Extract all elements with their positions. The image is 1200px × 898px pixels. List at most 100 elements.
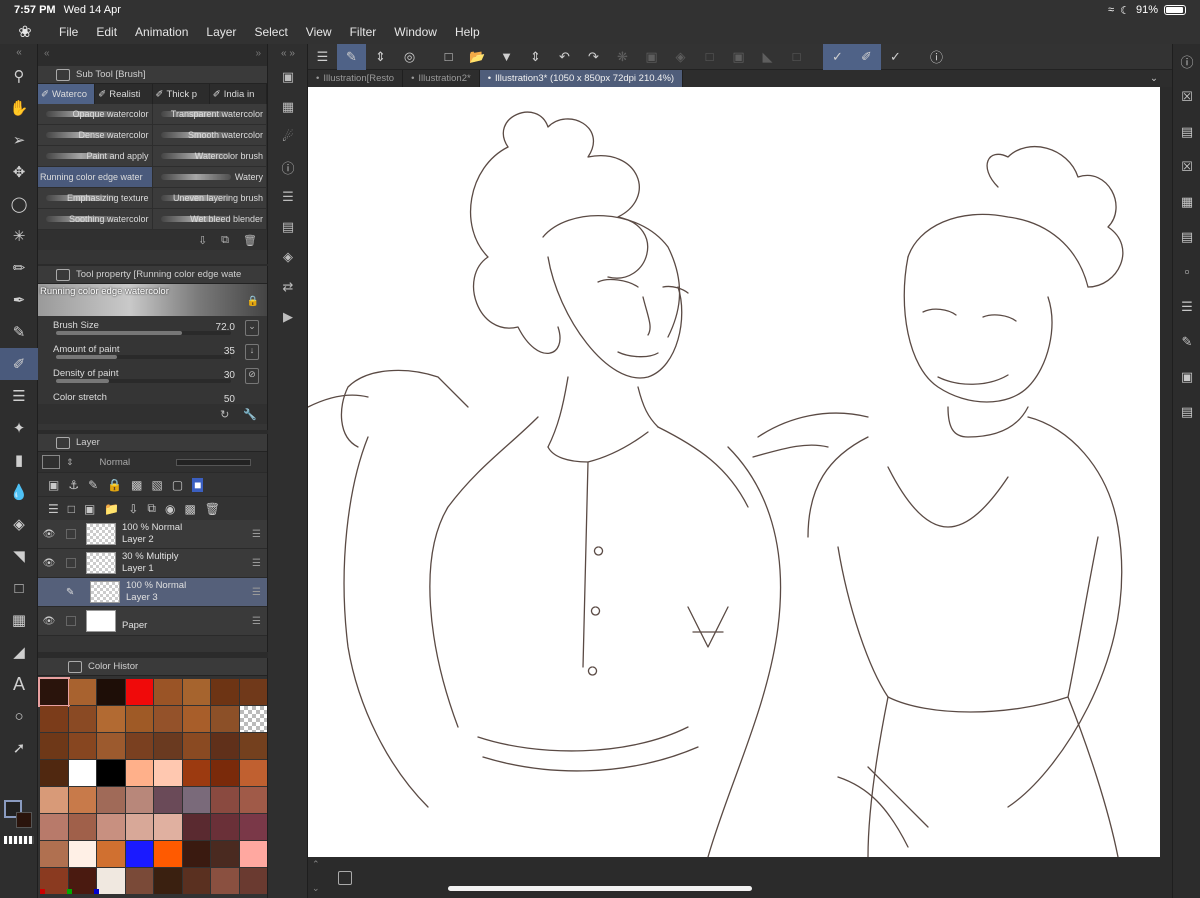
brush-item[interactable]: Paint and apply [38,146,153,167]
drag-handle-icon[interactable]: ☰ [252,587,261,598]
color-swatch[interactable] [97,787,125,813]
layer-list-icon[interactable]: ☰ [48,502,59,516]
brush-size-dropdown-icon[interactable]: ⌄ [245,320,259,336]
magic-wand-icon[interactable]: ✳ [0,220,38,252]
ios-home-indicator[interactable] [448,886,752,891]
list-icon[interactable]: ☰ [1173,289,1200,324]
info-icon[interactable]: ⓘ [268,152,308,182]
menu-layer[interactable]: Layer [197,25,245,39]
color-swatch[interactable] [154,679,182,705]
menu-animation[interactable]: Animation [126,25,197,39]
text-tool-icon[interactable]: A [0,668,38,700]
decoration-tool-icon[interactable]: ✦ [0,412,38,444]
correct-line-tool-icon[interactable]: ➚ [0,732,38,764]
undo-icon[interactable]: ↶ [550,44,579,70]
transfer-down-icon[interactable]: ⇩ [128,502,138,516]
color-swatch[interactable] [182,814,210,840]
move-tool-icon[interactable]: ✥ [0,156,38,188]
snap-ruler-icon[interactable]: ✓ [823,43,852,70]
updown-icon[interactable]: ⇕ [66,457,74,468]
menu-select[interactable]: Select [245,25,296,39]
lock-layer-icon[interactable]: 🔒 [107,478,122,492]
brush-item[interactable]: Soothing watercolor [38,209,153,230]
brush-tool-icon[interactable]: ✐ [0,348,38,380]
new-vector-layer-icon[interactable]: ▣ [84,502,95,516]
layer-tab[interactable]: Layer [38,434,267,452]
color-swatch[interactable] [182,841,210,867]
drag-handle-icon[interactable]: ☰ [252,616,261,627]
eye-icon[interactable]: 👁 [38,558,60,569]
zoom-tool-icon[interactable]: ⚲ [0,60,38,92]
color-swatch[interactable] [239,787,267,813]
color-swatch[interactable] [154,733,182,759]
brush-item[interactable]: Dense watercolor [38,125,153,146]
layer-row[interactable]: 👁 30 % Multiply Layer 1 ☰ [38,549,267,578]
layer-select-checkbox[interactable] [66,558,76,568]
redo-icon[interactable]: ↷ [579,44,608,70]
color-swatch[interactable] [239,814,267,840]
color-swatch[interactable] [68,841,96,867]
color-swatch[interactable] [68,787,96,813]
color-swatch[interactable] [97,679,125,705]
close-panel-icon[interactable]: ☒ [1173,149,1200,184]
page-icon[interactable]: ▤ [1173,394,1200,429]
layer-row[interactable]: 👁 100 % Normal Layer 2 ☰ [38,520,267,549]
mask-icon[interactable]: ▧ [151,478,162,492]
subtool-tab-thick-paint[interactable]: ✐ Thick p [153,84,210,104]
layer-row-selected[interactable]: ✎ 100 % Normal Layer 3 ☰ [38,578,267,607]
chevron-down-icon[interactable]: ⌄ [312,883,320,894]
color-swatch[interactable] [40,787,68,813]
chevron-down-icon[interactable]: ⌄ [1150,73,1172,84]
menu-view[interactable]: View [297,25,341,39]
subtool-tab-watercolor[interactable]: ✐ Waterco [38,84,96,104]
color-swatch[interactable] [40,760,68,786]
animation-timeline-icon[interactable]: ▶ [268,302,308,332]
subtool-tab-india-ink[interactable]: ✐ India in [210,84,267,104]
color-swatch[interactable] [211,733,239,759]
color-swatch[interactable] [68,733,96,759]
menu-help[interactable]: Help [446,25,489,39]
color-swatch[interactable] [239,868,267,894]
menu-file[interactable]: File [50,25,87,39]
color-swatch[interactable] [125,706,153,732]
color-swatch[interactable] [97,760,125,786]
mask-create-icon[interactable]: ◉ [165,502,175,516]
sub-color-swatch[interactable] [16,812,32,828]
draft-icon[interactable]: ✎ [88,478,98,492]
color-swatch[interactable] [125,787,153,813]
color-swatch[interactable] [239,733,267,759]
airbrush-tool-icon[interactable]: ☰ [0,380,38,412]
layer-select-checkbox[interactable] [66,529,76,539]
brush-size-slider[interactable] [56,331,231,335]
doc-tab-active[interactable]: • Illustration3* (1050 x 850px 72dpi 210.… [479,70,684,87]
panel-collapse-icon[interactable]: « [44,48,50,62]
reset-icon[interactable]: ↻ [220,408,229,421]
eraser-tool-icon[interactable]: ▮ [0,444,38,476]
snap-grid-icon[interactable]: ✓ [881,44,910,70]
color-swatch[interactable] [182,679,210,705]
save-icon[interactable]: ▼ [492,44,521,70]
right-help-icon[interactable]: ⓘ [1173,44,1200,79]
download-icon[interactable]: ⇩ [198,234,207,247]
navigator-icon[interactable]: ▣ [268,62,308,92]
brush-item-selected[interactable]: Running color edge water [38,167,153,188]
color-swatch[interactable] [211,706,239,732]
blend-mode-select[interactable]: Normal [80,457,170,468]
snap-special-ruler-icon[interactable]: ✐ [852,43,881,70]
density-of-paint-slider[interactable] [56,379,231,383]
color-swatch[interactable] [97,733,125,759]
frame-tool-icon[interactable]: ▦ [0,604,38,636]
canvas-layout-icon[interactable] [338,871,352,885]
pressure-icon[interactable]: ⊘ [245,368,259,384]
layer-select-checkbox[interactable] [66,616,76,626]
wrench-icon[interactable]: 🔧 [243,408,257,421]
color-swatch[interactable] [68,814,96,840]
layer-color-toggle-icon[interactable]: ■ [192,477,204,492]
color-swatch[interactable] [68,760,96,786]
color-swatch[interactable] [125,868,153,894]
collapse-left-icon[interactable]: « [0,44,38,60]
color-swatch[interactable] [40,841,68,867]
color-swatch[interactable] [239,679,267,705]
drag-handle-icon[interactable]: ☰ [252,558,261,569]
layer-search-icon[interactable]: ▤ [268,212,308,242]
